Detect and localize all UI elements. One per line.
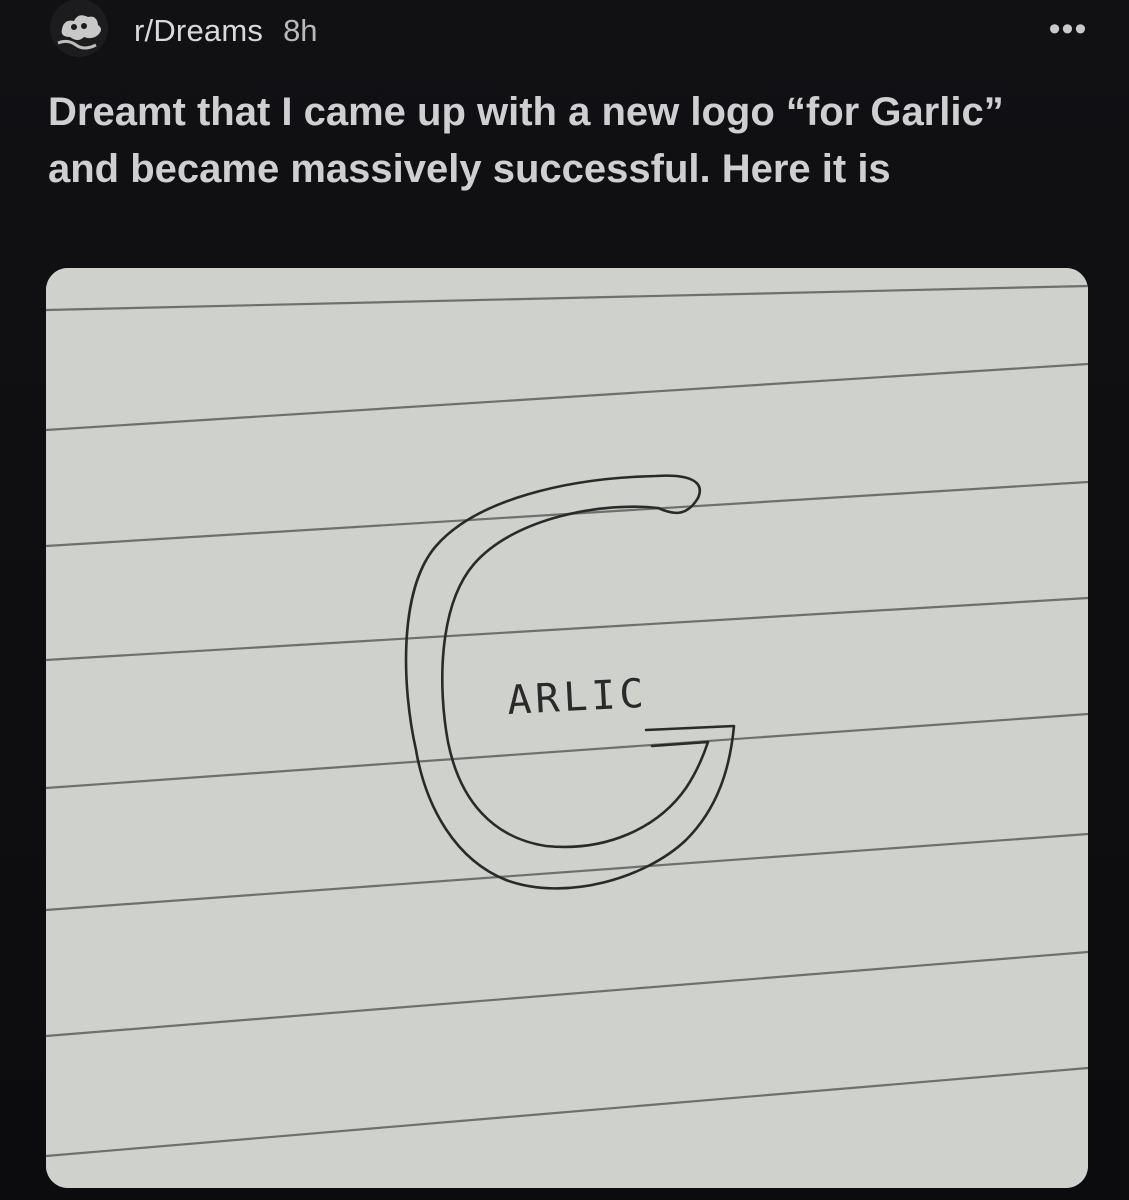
garlic-logo-sketch: ARLIC — [46, 268, 1088, 1188]
dream-cloud-icon — [50, 0, 108, 57]
post-card: r/Dreams 8h ••• Dreamt that I came up wi… — [0, 0, 1129, 1200]
more-options-icon: ••• — [1048, 9, 1088, 48]
post-header: r/Dreams 8h ••• — [50, 0, 1090, 62]
subreddit-link[interactable]: r/Dreams — [134, 13, 263, 49]
paper-background — [46, 268, 1088, 1188]
subreddit-avatar[interactable] — [50, 0, 108, 57]
post-image[interactable]: ARLIC — [46, 268, 1088, 1188]
more-options-button[interactable]: ••• — [1046, 10, 1090, 48]
logo-text: ARLIC — [506, 671, 649, 724]
post-title[interactable]: Dreamt that I came up with a new logo “f… — [48, 84, 1068, 198]
post-age: 8h — [283, 13, 318, 48]
